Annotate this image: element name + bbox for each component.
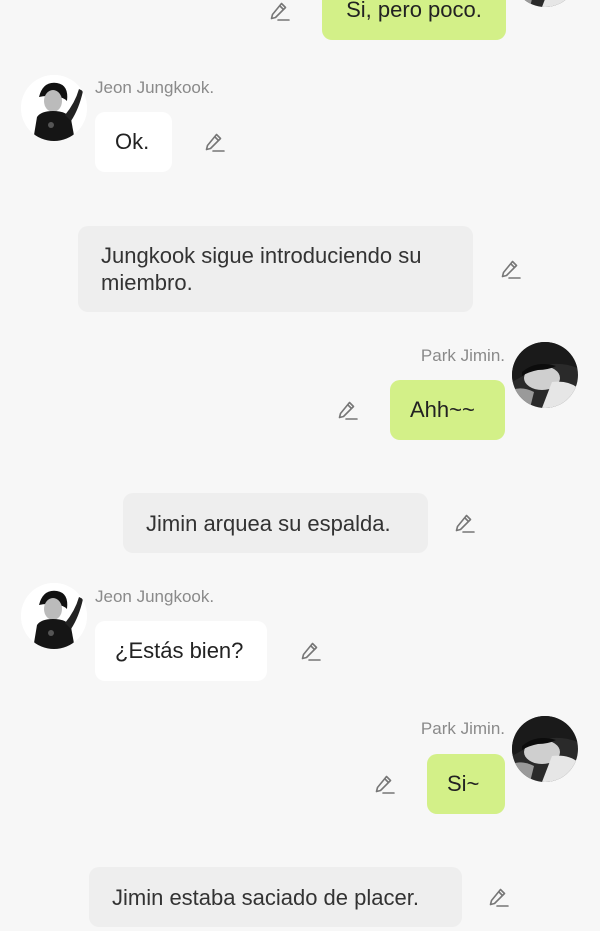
narration-text: Jimin arquea su espalda. (146, 510, 391, 536)
jimin-avatar[interactable] (512, 342, 578, 408)
narration-bubble[interactable]: Jimin arquea su espalda. (123, 493, 428, 553)
sender-name: Park Jimin. (420, 719, 505, 738)
narration-bubble[interactable]: Jimin estaba saciado de placer. (89, 867, 462, 927)
sender-name: Jeon Jungkook. (95, 587, 215, 606)
sender-name: Jeon Jungkook. (95, 78, 215, 97)
message-text: Ok. (115, 129, 150, 154)
jimin-avatar-image (512, 342, 578, 408)
message-text: ¿Estás bien? (115, 638, 244, 663)
message-text: Ahh~~ (410, 397, 475, 422)
jungkook-avatar[interactable] (21, 75, 87, 141)
pencil-icon[interactable] (201, 129, 227, 155)
message-text: Si~ (447, 771, 480, 796)
narration-text: Jimin estaba saciado de placer. (112, 884, 419, 910)
sender-name: Park Jimin. (420, 346, 505, 365)
received-message-bubble[interactable]: ¿Estás bien? (95, 621, 267, 681)
jungkook-avatar[interactable] (21, 583, 87, 649)
sent-message-bubble[interactable]: Si, pero poco. (322, 0, 506, 40)
pencil-icon[interactable] (371, 771, 397, 797)
pencil-icon[interactable] (451, 510, 477, 536)
message-text: Si, pero poco. (346, 0, 482, 22)
jimin-avatar-image (512, 716, 578, 782)
jimin-avatar-image (512, 0, 578, 7)
jungkook-avatar-image (21, 583, 87, 649)
jimin-avatar[interactable] (512, 716, 578, 782)
narration-bubble[interactable]: Jungkook sigue introduciendo su miembro. (78, 226, 473, 312)
sent-message-bubble[interactable]: Si~ (427, 754, 505, 814)
received-message-bubble[interactable]: Ok. (95, 112, 172, 172)
pencil-icon[interactable] (334, 397, 360, 423)
pencil-icon[interactable] (266, 0, 292, 24)
pencil-icon[interactable] (485, 884, 511, 910)
narration-text: Jungkook sigue introduciendo su miembro. (101, 243, 422, 295)
sent-message-bubble[interactable]: Ahh~~ (390, 380, 505, 440)
jimin-avatar[interactable] (512, 0, 578, 7)
pencil-icon[interactable] (497, 256, 523, 282)
pencil-icon[interactable] (297, 638, 323, 664)
jungkook-avatar-image (21, 75, 87, 141)
